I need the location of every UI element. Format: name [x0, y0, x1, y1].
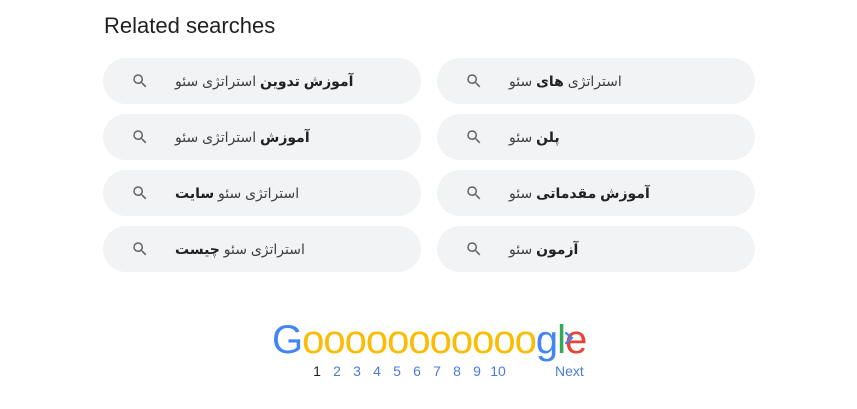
related-search-label: آموزش استراتژی سئو	[175, 129, 310, 145]
related-search-label: استراتژی های سئو	[509, 73, 622, 89]
logo-letter: G	[272, 318, 303, 362]
related-search-chip[interactable]: آموزش استراتژی سئو	[103, 114, 421, 160]
logo-letter: o	[408, 318, 430, 362]
search-icon	[133, 242, 147, 256]
chevron-right-icon[interactable]	[562, 326, 578, 350]
google-logo-pager: Gooooooooooogle	[272, 318, 587, 362]
search-icon	[133, 130, 147, 144]
logo-letter: o	[302, 318, 324, 362]
related-search-label: استراتژی سئو چیست	[175, 241, 305, 257]
logo-letter: o	[450, 318, 473, 362]
page-number-link[interactable]: 7	[427, 362, 447, 380]
logo-letter: o	[323, 318, 345, 362]
search-icon	[467, 186, 481, 200]
logo-letter: o	[344, 318, 367, 362]
logo-letter: o	[493, 318, 515, 362]
related-search-chip[interactable]: آموزش مقدماتی سئو	[437, 170, 755, 216]
logo-letter: o	[365, 318, 388, 362]
related-search-chip[interactable]: استراتژی سئو سایت	[103, 170, 421, 216]
page-number-link[interactable]: 8	[447, 362, 467, 380]
related-search-label: پلن سئو	[509, 129, 560, 145]
related-search-chip[interactable]: استراتژی سئو چیست	[103, 226, 421, 272]
related-search-chip[interactable]: آزمون سئو	[437, 226, 755, 272]
logo-letter: o	[472, 318, 494, 362]
logo-letter: o	[429, 318, 452, 362]
search-icon	[467, 74, 481, 88]
next-page-link[interactable]: Next	[555, 362, 584, 380]
search-icon	[133, 74, 147, 88]
search-icon	[133, 186, 147, 200]
search-icon	[467, 130, 481, 144]
page-number-link[interactable]: 10	[487, 362, 509, 380]
page-number-link[interactable]: 9	[467, 362, 487, 380]
page-number-link[interactable]: 4	[367, 362, 387, 380]
search-icon	[467, 242, 481, 256]
related-search-chip[interactable]: پلن سئو	[437, 114, 755, 160]
page-number-link: 1	[313, 363, 321, 379]
page-number-link[interactable]: 6	[407, 362, 427, 380]
page-number-link[interactable]: 2	[327, 362, 347, 380]
page-number-link[interactable]: 5	[387, 362, 407, 380]
related-search-label: آزمون سئو	[509, 241, 579, 257]
logo-letter: o	[514, 318, 537, 362]
related-search-chip[interactable]: آموزش تدوین استراتژی سئو	[103, 58, 421, 104]
logo-letter: o	[387, 318, 409, 362]
pagination: Gooooooooooogle 1 2 3 4 5 6 7 8 9 10 Next	[272, 318, 602, 388]
logo-letter: g	[535, 318, 558, 362]
related-searches-section: Related searches آموزش تدوین استراتژی سئ…	[0, 0, 857, 409]
related-searches-heading: Related searches	[104, 13, 276, 38]
related-search-label: آموزش مقدماتی سئو	[509, 185, 650, 201]
related-search-label: آموزش تدوین استراتژی سئو	[175, 73, 354, 89]
page-number-link[interactable]: 3	[347, 362, 367, 380]
page-number-list: 1 2 3 4 5 6 7 8 9 10	[307, 362, 509, 380]
related-search-chip[interactable]: استراتژی های سئو	[437, 58, 755, 104]
related-searches-grid: آموزش تدوین استراتژی سئو استراتژی های سئ…	[103, 58, 755, 272]
related-search-label: استراتژی سئو سایت	[175, 185, 300, 201]
